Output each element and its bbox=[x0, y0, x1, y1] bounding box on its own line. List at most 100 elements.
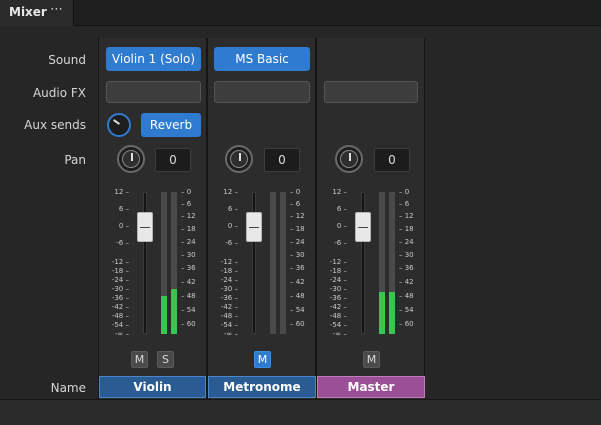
sound-button-violin[interactable]: Violin 1 (Solo) bbox=[106, 47, 201, 71]
mixer-bottom-strip bbox=[0, 399, 601, 425]
tab-mixer[interactable]: Mixer ⋯ bbox=[0, 0, 74, 26]
pan-knob-violin[interactable] bbox=[117, 145, 145, 173]
scale-tick-label: -42 – bbox=[220, 303, 238, 311]
scale-tick-label: -48 – bbox=[220, 312, 238, 320]
channel-strip-violin: Violin 1 (Solo) Reverb 0 12 – 6 – 0 – -6 – -… bbox=[98, 38, 207, 400]
channel-name-master[interactable]: Master bbox=[317, 376, 425, 398]
channel-name-violin[interactable]: Violin bbox=[99, 376, 206, 398]
scale-tick-label: – 24 bbox=[181, 238, 196, 246]
scale-tick-label: – 36 bbox=[399, 264, 414, 272]
scale-tick-label: 12 – bbox=[223, 188, 238, 196]
meter-fill-violin-right bbox=[171, 289, 177, 334]
scale-tick-label: – 42 bbox=[181, 278, 196, 286]
scale-tick-label: – 12 bbox=[290, 212, 305, 220]
scale-tick-label: -24 – bbox=[220, 276, 238, 284]
volume-fader-violin[interactable] bbox=[137, 212, 153, 242]
scale-tick-label: – 48 bbox=[290, 292, 305, 300]
scale-tick-label: -30 – bbox=[220, 285, 238, 293]
row-label-pan: Pan bbox=[64, 153, 86, 167]
scale-tick-label: 6 – bbox=[227, 205, 238, 213]
scale-tick-label: – 18 bbox=[181, 225, 196, 233]
scale-tick-label: – 60 bbox=[399, 320, 414, 328]
pan-knob-metronome[interactable] bbox=[225, 145, 253, 173]
pan-value-violin[interactable]: 0 bbox=[155, 148, 191, 172]
scale-tick-label: -54 – bbox=[329, 321, 347, 329]
volume-fader-metronome[interactable] bbox=[246, 212, 262, 242]
scale-tick-label: – 24 bbox=[399, 238, 414, 246]
more-options-icon[interactable]: ⋯ bbox=[50, 2, 64, 17]
scale-tick-label: -48 – bbox=[329, 312, 347, 320]
scale-tick-label: 12 – bbox=[114, 188, 129, 196]
level-meter-violin-left bbox=[161, 192, 167, 334]
scale-tick-label: – 36 bbox=[181, 264, 196, 272]
scale-tick-label: -12 – bbox=[220, 258, 238, 266]
solo-button-violin[interactable]: S bbox=[157, 351, 174, 368]
level-meter-master-right bbox=[389, 192, 395, 334]
scale-tick-label: -∞ – bbox=[332, 330, 347, 338]
audio-fx-slot-metronome[interactable] bbox=[214, 81, 310, 103]
mixer-tab-bar: Mixer ⋯ bbox=[0, 0, 601, 26]
scale-tick-label: – 30 bbox=[399, 251, 414, 259]
pan-value-master[interactable]: 0 bbox=[374, 148, 410, 172]
sound-button-metronome[interactable]: MS Basic bbox=[214, 47, 310, 71]
meter-fill-master-left bbox=[379, 292, 385, 334]
scale-tick-label: – 0 bbox=[181, 188, 192, 196]
scale-tick-label: – 30 bbox=[290, 251, 305, 259]
scale-tick-label: 0 – bbox=[118, 222, 129, 230]
row-label-sound: Sound bbox=[48, 53, 86, 67]
aux-send-reverb-button[interactable]: Reverb bbox=[141, 113, 201, 137]
row-label-audio-fx: Audio FX bbox=[32, 86, 86, 100]
scale-tick-label: -∞ – bbox=[114, 330, 129, 338]
audio-fx-slot-master[interactable] bbox=[324, 81, 418, 103]
scale-tick-label: -48 – bbox=[111, 312, 129, 320]
mute-button-metronome[interactable]: M bbox=[254, 351, 271, 368]
scale-tick-label: – 12 bbox=[181, 212, 196, 220]
scale-tick-label: 12 – bbox=[332, 188, 347, 196]
scale-tick-label: 0 – bbox=[336, 222, 347, 230]
scale-tick-label: – 60 bbox=[181, 320, 196, 328]
aux-send-knob-violin[interactable] bbox=[107, 113, 131, 137]
scale-tick-label: – 18 bbox=[290, 225, 305, 233]
scale-tick-label: – 0 bbox=[290, 188, 301, 196]
mute-button-master[interactable]: M bbox=[363, 351, 380, 368]
scale-tick-label: -12 – bbox=[329, 258, 347, 266]
scale-tick-label: – 60 bbox=[290, 320, 305, 328]
channel-strip-metronome: MS Basic 0 12 – 6 – 0 – -6 – -12 – -18 – -24 –… bbox=[207, 38, 316, 400]
tab-mixer-title: Mixer bbox=[9, 5, 47, 19]
scale-tick-label: – 48 bbox=[399, 292, 414, 300]
scale-tick-label: -6 – bbox=[116, 239, 129, 247]
scale-tick-label: -24 – bbox=[329, 276, 347, 284]
scale-tick-label: -30 – bbox=[329, 285, 347, 293]
scale-tick-label: -18 – bbox=[329, 267, 347, 275]
scale-tick-label: – 42 bbox=[290, 278, 305, 286]
volume-fader-master[interactable] bbox=[355, 212, 371, 242]
row-label-aux-sends: Aux sends bbox=[24, 118, 86, 132]
scale-tick-label: – 12 bbox=[399, 212, 414, 220]
pan-value-metronome[interactable]: 0 bbox=[264, 148, 300, 172]
scale-tick-label: – 54 bbox=[290, 306, 305, 314]
level-meter-violin-right bbox=[171, 192, 177, 334]
channel-name-metronome[interactable]: Metronome bbox=[208, 376, 316, 398]
pan-knob-master[interactable] bbox=[335, 145, 363, 173]
level-meter-master-left bbox=[379, 192, 385, 334]
meter-scale-metronome: – 0 – 6 – 12 – 18 – 24 – 30 – 36 – 42 – 48 – 54 – … bbox=[288, 188, 316, 336]
channel-strip-master: 0 12 – 6 – 0 – -6 – -12 – -18 – -24 – -30 – -36 … bbox=[316, 38, 425, 400]
scale-tick-label: – 42 bbox=[399, 278, 414, 286]
scale-tick-label: – 0 bbox=[399, 188, 410, 196]
scale-tick-label: -6 – bbox=[334, 239, 347, 247]
row-label-name: Name bbox=[50, 381, 86, 395]
scale-tick-label: – 24 bbox=[290, 238, 305, 246]
scale-tick-label: -24 – bbox=[111, 276, 129, 284]
meter-fill-master-right bbox=[389, 292, 395, 334]
scale-tick-label: -42 – bbox=[111, 303, 129, 311]
mute-button-violin[interactable]: M bbox=[131, 351, 148, 368]
scale-tick-label: -30 – bbox=[111, 285, 129, 293]
scale-tick-label: – 6 bbox=[399, 200, 410, 208]
fader-scale-master: 12 –6 –0 – -6 – -12 – -18 – -24 – -30 – -36 – -… bbox=[319, 188, 353, 338]
scale-tick-label: – 18 bbox=[399, 225, 414, 233]
scale-tick-label: 6 – bbox=[336, 205, 347, 213]
fader-scale-violin: 12 –6 –0 – -6 – -12 – -18 – -24 – -30 – -36 – -… bbox=[101, 188, 135, 338]
scale-tick-label: -18 – bbox=[220, 267, 238, 275]
audio-fx-slot-violin[interactable] bbox=[106, 81, 201, 103]
scale-tick-label: -36 – bbox=[220, 294, 238, 302]
